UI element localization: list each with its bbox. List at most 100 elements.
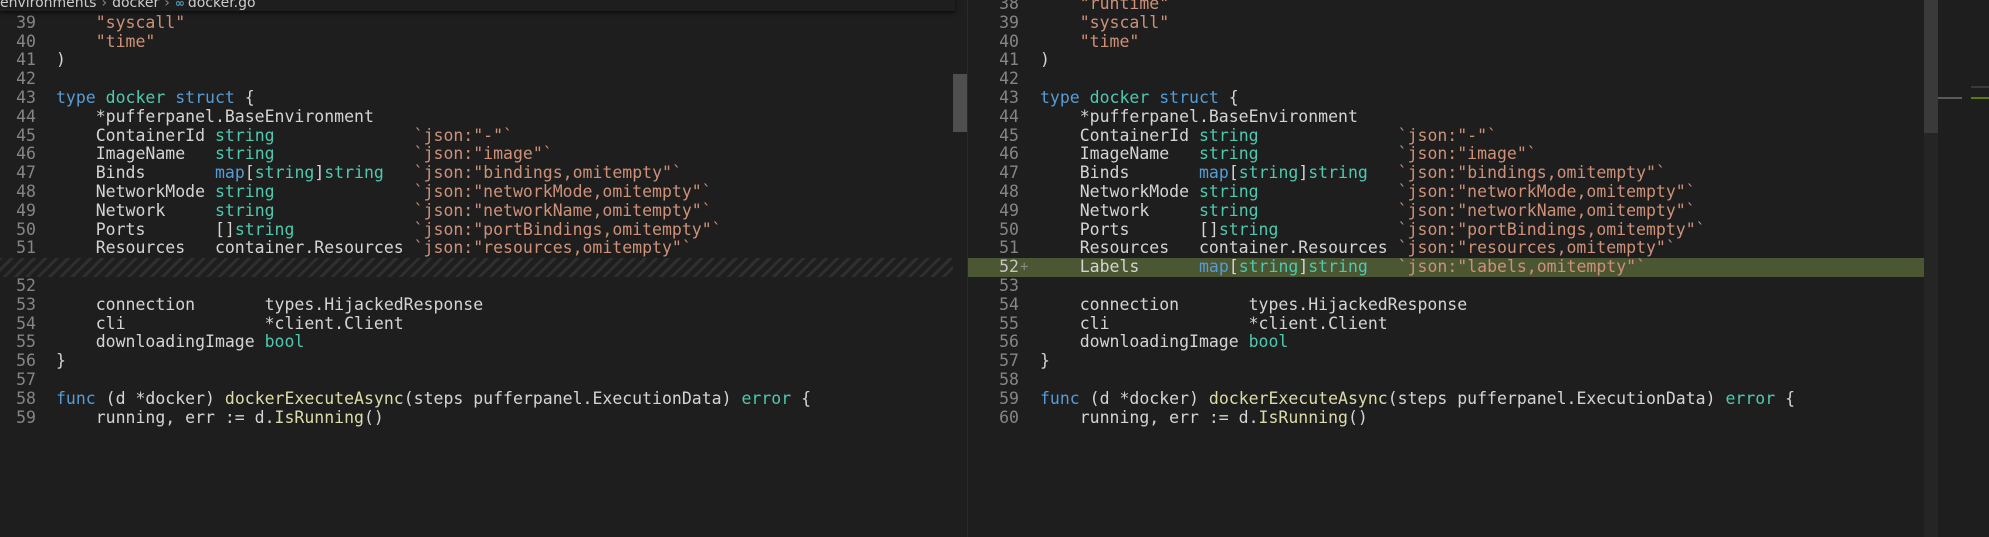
code-line[interactable]: 56} <box>0 351 968 371</box>
code-token: *pufferpanel.BaseEnvironment <box>1040 106 1358 126</box>
code-text: connection types.HijackedResponse <box>1040 295 1467 315</box>
code-line[interactable]: 38 "runtime" <box>968 0 1989 14</box>
code-token: IsRunning <box>1258 407 1348 427</box>
code-text: Network string `json:"networkName,omitem… <box>56 201 712 221</box>
code-line[interactable]: 54 cli *client.Client <box>0 313 968 334</box>
code-text: Labels map[string]string `json:"labels,o… <box>1040 257 1647 277</box>
code-text: Ports []string `json:"portBindings,omite… <box>56 220 722 240</box>
code-line[interactable]: 55 cli *client.Client <box>968 313 1989 334</box>
code-token: string <box>214 182 275 201</box>
line-number: 53 <box>16 294 36 314</box>
code-line[interactable]: 54 connection types.HijackedResponse <box>968 295 1989 315</box>
diff-overview-ruler[interactable] <box>1938 0 1989 537</box>
code-token: `json:"-"` <box>1397 125 1497 145</box>
code-line[interactable]: 58 <box>968 370 1989 390</box>
breadcrumb-folder-environments[interactable]: environments <box>0 0 96 11</box>
breadcrumb-file[interactable]: docker.go <box>188 0 256 11</box>
code-text: "time" <box>56 32 156 52</box>
chevron-right-icon: › <box>101 0 108 11</box>
breadcrumb-folder-docker[interactable]: docker <box>112 0 159 11</box>
code-line[interactable]: 57} <box>968 351 1989 371</box>
code-line[interactable]: 46 ImageName string `json:"image"` <box>968 144 1989 164</box>
code-line[interactable]: 43 type docker struct { <box>968 88 1989 108</box>
code-text: func (d *docker) dockerExecuteAsync(step… <box>56 388 812 409</box>
original-scrollbar-thumb[interactable] <box>953 74 967 132</box>
line-number: 51 <box>999 238 1019 258</box>
modified-scrollbar[interactable] <box>1924 0 1938 537</box>
code-token: () <box>363 407 384 427</box>
line-number: 52 <box>16 276 36 295</box>
line-number: 50 <box>16 219 36 239</box>
code-line[interactable]: 58 func (d *docker) dockerExecuteAsync(st… <box>0 388 968 409</box>
line-number: 49 <box>16 200 36 220</box>
code-text: ) <box>56 50 66 70</box>
code-line[interactable]: 55 downloadingImage bool <box>0 332 968 352</box>
code-text: NetworkMode string `json:"networkMode,om… <box>56 182 712 202</box>
code-line[interactable]: 44 *pufferpanel.BaseEnvironment <box>0 106 968 127</box>
code-line[interactable]: 39 "syscall" <box>968 12 1989 33</box>
code-line[interactable]: 60 running, err := d.IsRunning() <box>968 407 1989 428</box>
code-line[interactable]: 45 ContainerId string `json:"-"` <box>968 125 1989 146</box>
code-token: [ <box>1228 257 1239 277</box>
code-line[interactable]: 50 Ports []string `json:"portBindings,om… <box>968 219 1989 240</box>
code-line[interactable]: 49 Network string `json:"networkName,omi… <box>0 200 968 221</box>
code-line[interactable]: 51 Resources container.Resources `json:"… <box>0 238 968 258</box>
code-line[interactable]: 47 Binds map[string]string `json:"bindin… <box>0 163 968 183</box>
code-line[interactable]: 46 ImageName string `json:"image"` <box>0 144 968 164</box>
code-line[interactable]: 57 <box>0 370 968 390</box>
code-token: cli *client.Client <box>56 313 404 333</box>
code-line[interactable]: 45 ContainerId string `json:"-"` <box>0 126 968 146</box>
code-token: Resources container.Resources <box>1040 238 1398 258</box>
code-token: { <box>801 388 812 408</box>
code-token: dockerExecuteAsync <box>1208 388 1388 408</box>
code-line[interactable]: 50 Ports []string `json:"portBindings,om… <box>0 219 968 240</box>
line-number: 58 <box>999 370 1019 389</box>
code-token: *pufferpanel.BaseEnvironment <box>56 106 374 126</box>
code-token: map <box>1198 257 1229 277</box>
line-number: 55 <box>999 313 1019 333</box>
code-line[interactable]: 48 NetworkMode string `json:"networkMode… <box>0 182 968 202</box>
diff-modified-pane[interactable]: 38 "runtime" 39 "syscall" 40 "time" 41) 42 43… <box>968 0 1989 537</box>
code-line[interactable]: 49 Network string `json:"networkName,omi… <box>968 201 1989 221</box>
line-number: 56 <box>16 351 36 371</box>
code-line[interactable]: 48 NetworkMode string `json:"networkMode… <box>968 182 1989 202</box>
diff-original-pane[interactable]: 38 "runtime"39 "syscall"40 "time"41)4243… <box>0 0 968 537</box>
code-line[interactable]: 43 type docker struct { <box>0 88 968 108</box>
code-token: `json:"labels,omitempty"` <box>1397 257 1647 277</box>
code-line[interactable]: 59 func (d *docker) dockerExecuteAsync(st… <box>968 388 1989 409</box>
code-line[interactable]: 47 Binds map[string]string `json:"bindin… <box>968 163 1989 183</box>
code-line[interactable]: 40 "time" <box>0 32 968 52</box>
code-line[interactable]: 41) <box>968 50 1989 70</box>
code-line[interactable]: 53 connection types.HijackedResponse <box>0 294 968 315</box>
line-number: 57 <box>16 370 36 389</box>
code-line[interactable]: 42 <box>968 69 1989 89</box>
go-file-icon: ∞ <box>174 0 185 10</box>
line-number: 42 <box>16 69 36 89</box>
code-token: string <box>1218 219 1279 239</box>
code-line[interactable]: 40 "time" <box>968 32 1989 52</box>
code-line[interactable]: 53 <box>968 276 1989 296</box>
code-line[interactable]: 39 "syscall" <box>0 13 968 33</box>
line-number: 39 <box>999 12 1019 32</box>
code-line[interactable]: 44 *pufferpanel.BaseEnvironment <box>968 106 1989 127</box>
code-line[interactable]: 41) <box>0 50 968 70</box>
code-line[interactable]: 42 <box>0 69 968 89</box>
code-line[interactable]: 52 <box>0 276 968 296</box>
code-line[interactable]: 56 downloadingImage bool <box>968 332 1989 352</box>
code-line[interactable]: 59 running, err := d.IsRunning() <box>0 407 968 428</box>
line-number: 42 <box>999 69 1019 89</box>
modified-scrollbar-thumb[interactable] <box>1924 0 1938 133</box>
code-line-added[interactable]: 52 + Labels map[string]string `json:"labe… <box>968 257 1989 277</box>
code-text: } <box>56 351 66 371</box>
code-text: Network string `json:"networkName,omitem… <box>1040 201 1696 221</box>
code-token: `json:"networkMode,omitempty"` <box>413 182 712 201</box>
code-text: Resources container.Resources `json:"res… <box>56 238 692 258</box>
code-line[interactable]: 51 Resources container.Resources `json:"… <box>968 238 1989 258</box>
code-token: docker <box>1089 88 1160 107</box>
original-scrollbar[interactable] <box>953 0 967 537</box>
